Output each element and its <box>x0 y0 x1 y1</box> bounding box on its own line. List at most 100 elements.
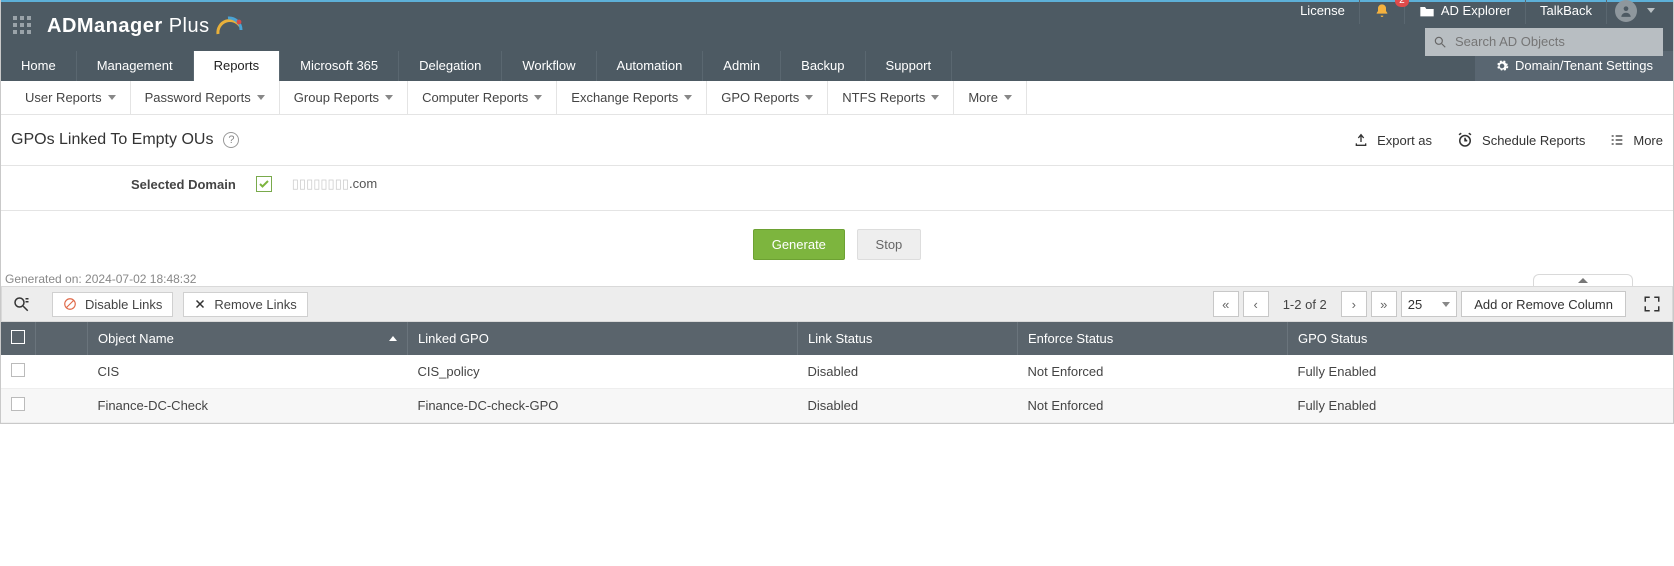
stop-button[interactable]: Stop <box>857 229 922 260</box>
add-remove-column-button[interactable]: Add or Remove Column <box>1461 291 1626 317</box>
bell-icon <box>1374 3 1390 19</box>
grid-toolbar: Disable Links Remove Links « ‹ 1-2 of 2 … <box>1 286 1673 322</box>
row-tools-header <box>36 322 88 355</box>
cell-object: Finance-DC-Check <box>88 389 408 423</box>
page-title: GPOs Linked To Empty OUs <box>11 131 213 149</box>
nav-secondary: User Reports Password Reports Group Repo… <box>1 81 1673 115</box>
fullscreen-button[interactable] <box>1638 290 1666 318</box>
gear-icon <box>1495 59 1509 73</box>
table-row[interactable]: Finance-DC-Check Finance-DC-check-GPO Di… <box>1 389 1673 423</box>
pagination: « ‹ 1-2 of 2 › » 25 Add or Remove Column <box>1213 290 1666 318</box>
cell-link: Disabled <box>798 389 1018 423</box>
col-object-name[interactable]: Object Name <box>88 322 408 355</box>
more-button[interactable]: More <box>1609 132 1663 148</box>
nav-workflow[interactable]: Workflow <box>502 51 596 81</box>
table-row[interactable]: CIS CIS_policy Disabled Not Enforced Ful… <box>1 355 1673 389</box>
logo-arc-icon <box>216 14 242 40</box>
cell-link: Disabled <box>798 355 1018 389</box>
domain-filter-row: Selected Domain ▯▯▯▯▯▯▯▯example.com.com <box>1 165 1673 211</box>
chevron-down-icon <box>684 95 692 100</box>
title-bar: GPOs Linked To Empty OUs ? Export as Sch… <box>1 115 1673 165</box>
col-linked-gpo[interactable]: Linked GPO <box>408 322 798 355</box>
chevron-down-icon <box>1004 95 1012 100</box>
domain-checkbox[interactable] <box>256 176 272 192</box>
col-link-status[interactable]: Link Status <box>798 322 1018 355</box>
subnav-group-reports[interactable]: Group Reports <box>280 81 408 115</box>
nav-support[interactable]: Support <box>866 51 953 81</box>
cell-gpo: CIS_policy <box>408 355 798 389</box>
search-icon <box>12 295 30 313</box>
remove-links-button[interactable]: Remove Links <box>183 292 307 317</box>
select-all-header[interactable] <box>1 322 36 355</box>
generate-button[interactable]: Generate <box>753 229 845 260</box>
sort-asc-icon <box>389 336 397 341</box>
subnav-password-reports[interactable]: Password Reports <box>131 81 280 115</box>
subnav-computer-reports[interactable]: Computer Reports <box>408 81 557 115</box>
global-search-input[interactable] <box>1425 28 1663 56</box>
subnav-gpo-reports[interactable]: GPO Reports <box>707 81 828 115</box>
subnav-user-reports[interactable]: User Reports <box>1 81 131 115</box>
nav-delegation[interactable]: Delegation <box>399 51 502 81</box>
chevron-down-icon <box>257 95 265 100</box>
nav-automation[interactable]: Automation <box>597 51 704 81</box>
cell-object: CIS <box>88 355 408 389</box>
global-search[interactable] <box>1425 28 1663 56</box>
notification-badge: 2 <box>1395 0 1409 7</box>
nav-backup[interactable]: Backup <box>781 51 865 81</box>
page-size-select[interactable]: 25 <box>1401 291 1457 317</box>
close-icon <box>194 298 206 310</box>
chevron-down-icon <box>805 95 813 100</box>
domain-tenant-settings[interactable]: Domain/Tenant Settings <box>1475 51 1673 81</box>
cell-enforce: Not Enforced <box>1018 389 1288 423</box>
chevron-down-icon <box>534 95 542 100</box>
list-icon <box>1609 132 1625 148</box>
cell-gpo: Finance-DC-check-GPO <box>408 389 798 423</box>
nav-management[interactable]: Management <box>77 51 194 81</box>
apps-grid-icon[interactable] <box>13 16 35 38</box>
cell-status: Fully Enabled <box>1288 355 1673 389</box>
nav-home[interactable]: Home <box>1 51 77 81</box>
page-first-button[interactable]: « <box>1213 291 1239 317</box>
chevron-down-icon <box>1442 302 1450 307</box>
row-checkbox[interactable] <box>11 363 25 377</box>
generated-on: Generated on: 2024-07-02 18:48:32 <box>1 270 1673 286</box>
ad-explorer-link[interactable]: AD Explorer <box>1404 0 1525 24</box>
page-prev-button[interactable]: ‹ <box>1243 291 1269 317</box>
chevron-down-icon <box>108 95 116 100</box>
chevron-up-icon <box>1578 278 1588 283</box>
search-icon <box>1433 35 1447 49</box>
help-icon[interactable]: ? <box>223 132 239 148</box>
col-gpo-status[interactable]: GPO Status <box>1288 322 1673 355</box>
nav-reports[interactable]: Reports <box>194 51 281 81</box>
row-checkbox[interactable] <box>11 397 25 411</box>
disable-links-button[interactable]: Disable Links <box>52 292 173 317</box>
logo-bold: ADManager <box>47 15 163 37</box>
col-enforce-status[interactable]: Enforce Status <box>1018 322 1288 355</box>
export-as-button[interactable]: Export as <box>1353 132 1432 148</box>
license-link[interactable]: License <box>1286 0 1359 24</box>
collapse-handle[interactable] <box>1533 274 1633 286</box>
avatar-icon <box>1615 0 1637 22</box>
expand-icon <box>1643 295 1661 313</box>
schedule-reports-button[interactable]: Schedule Reports <box>1456 131 1585 149</box>
subnav-more[interactable]: More <box>954 81 1027 115</box>
talkback-link[interactable]: TalkBack <box>1525 0 1606 24</box>
nav-admin[interactable]: Admin <box>703 51 781 81</box>
nav-m365[interactable]: Microsoft 365 <box>280 51 399 81</box>
alarm-icon <box>1456 131 1474 149</box>
user-menu[interactable] <box>1606 0 1663 24</box>
chevron-down-icon <box>931 95 939 100</box>
page-last-button[interactable]: » <box>1371 291 1397 317</box>
subnav-ntfs-reports[interactable]: NTFS Reports <box>828 81 954 115</box>
nav-primary: Home Management Reports Microsoft 365 De… <box>1 51 1673 81</box>
selected-domain-label: Selected Domain <box>131 177 236 192</box>
page-next-button[interactable]: › <box>1341 291 1367 317</box>
folder-icon <box>1419 4 1435 18</box>
cell-status: Fully Enabled <box>1288 389 1673 423</box>
quick-search-button[interactable] <box>8 291 34 317</box>
notifications-button[interactable]: 2 <box>1359 0 1404 24</box>
page-status: 1-2 of 2 <box>1273 297 1337 312</box>
results-table: Object Name Linked GPO Link Status Enfor… <box>1 322 1673 423</box>
disable-icon <box>63 297 77 311</box>
subnav-exchange-reports[interactable]: Exchange Reports <box>557 81 707 115</box>
